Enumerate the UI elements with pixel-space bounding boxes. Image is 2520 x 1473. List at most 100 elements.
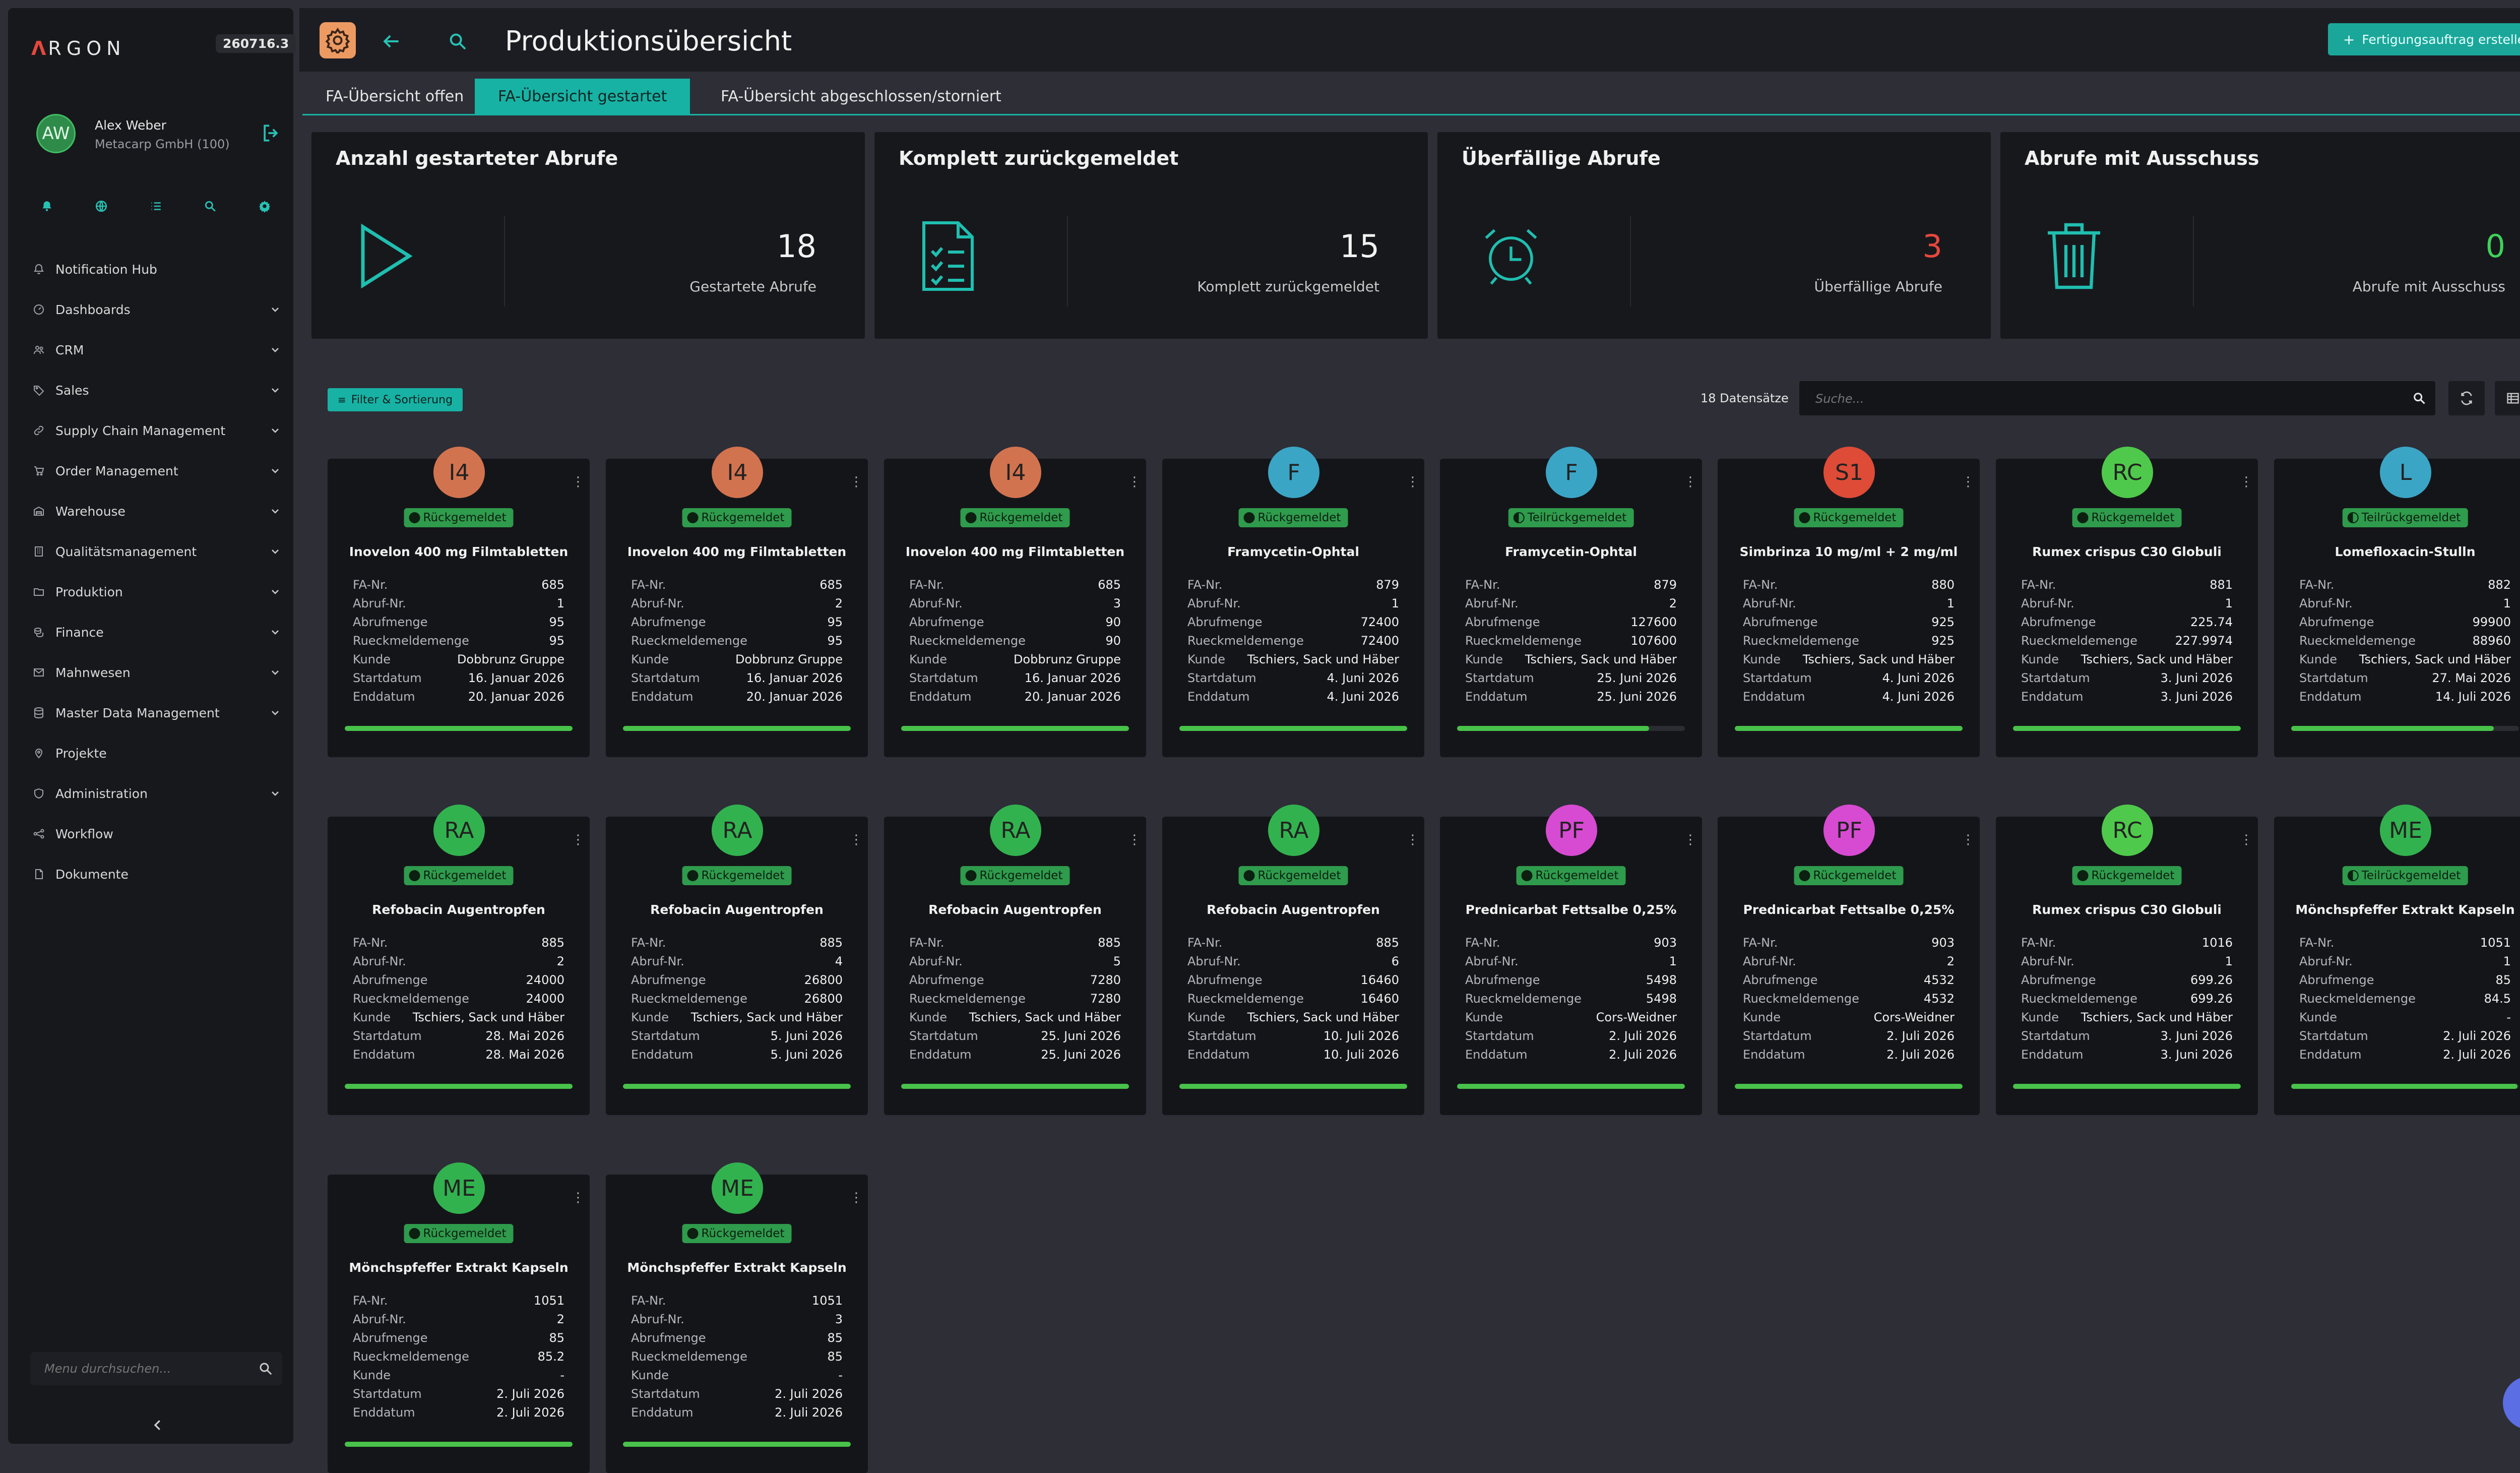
production-card[interactable]: I4 ⋮ Rückgemeldet Inovelon 400 mg Filmtable…	[328, 447, 590, 757]
search-box[interactable]	[1799, 381, 2435, 415]
production-app-icon[interactable]	[320, 22, 356, 58]
bell-icon[interactable]	[38, 198, 55, 215]
version-badge: 260716.3	[216, 34, 296, 53]
sidebar-item-dokumente[interactable]: Dokumente	[31, 854, 288, 894]
search-input[interactable]	[1814, 388, 2386, 409]
tab-fa-open[interactable]: FA-Übersicht offen	[302, 79, 487, 114]
sidebar-item-mahnwesen[interactable]: Mahnwesen	[31, 652, 288, 693]
card-row-start: Startdatum 5. Juni 2026	[631, 1029, 843, 1048]
production-card[interactable]: RC ⋮ Rückgemeldet Rumex crispus C30 Globuli…	[1996, 447, 2258, 757]
logout-icon[interactable]	[260, 122, 282, 144]
production-card[interactable]: F ⋮ Teilrückgemeldet Framycetin-Ophtal FA-Nr…	[1440, 447, 1702, 757]
card-row-label: Enddatum	[2021, 690, 2084, 704]
sidebar-item-supply-chain-management[interactable]: Supply Chain Management	[31, 410, 288, 451]
production-card[interactable]: RA ⋮ Rückgemeldet Refobacin Augentropfen FA-…	[884, 805, 1146, 1115]
sidebar-item-administration[interactable]: Administration	[31, 773, 288, 814]
card-menu-icon[interactable]: ⋮	[572, 1191, 585, 1205]
production-card[interactable]: ME ⋮ Rückgemeldet Mönchspfeffer Extrakt Kap…	[606, 1162, 868, 1473]
card-menu-icon[interactable]: ⋮	[850, 475, 863, 489]
avatar[interactable]: AW	[36, 114, 76, 153]
chevron-down-icon[interactable]	[269, 787, 281, 800]
chevron-down-icon[interactable]	[269, 424, 281, 437]
card-menu-icon[interactable]: ⋮	[1962, 475, 1975, 489]
search-icon[interactable]	[2412, 391, 2426, 405]
chevron-down-icon[interactable]	[269, 626, 281, 638]
card-row-value: 1	[2225, 596, 2233, 610]
card-menu-icon[interactable]: ⋮	[1684, 475, 1697, 489]
create-production-order-button[interactable]: + Fertigungsauftrag erstellen	[2327, 23, 2520, 55]
search-icon[interactable]	[202, 198, 219, 215]
chevron-down-icon[interactable]	[269, 303, 281, 316]
card-menu-icon[interactable]: ⋮	[2240, 475, 2253, 489]
view-toggle-button[interactable]	[2495, 381, 2520, 415]
sidebar-item-workflow[interactable]: Workflow	[31, 814, 288, 854]
chevron-down-icon[interactable]	[269, 666, 281, 679]
production-card[interactable]: L ⋮ Teilrückgemeldet Lomefloxacin-Stulln FA-…	[2274, 447, 2520, 757]
card-menu-icon[interactable]: ⋮	[2240, 833, 2253, 847]
chevron-down-icon[interactable]	[269, 465, 281, 477]
sidebar-item-notification-hub[interactable]: Notification Hub	[31, 249, 288, 289]
production-card[interactable]: RA ⋮ Rückgemeldet Refobacin Augentropfen FA-…	[1162, 805, 1424, 1115]
argon-logo[interactable]: ΛRGON	[31, 37, 126, 59]
card-menu-icon[interactable]: ⋮	[1684, 833, 1697, 847]
production-card[interactable]: S1 ⋮ Rückgemeldet Simbrinza 10 mg/ml + 2 mg…	[1718, 447, 1980, 757]
sidebar-item-sales[interactable]: Sales	[31, 370, 288, 410]
header-search-icon[interactable]	[448, 31, 468, 51]
list-icon[interactable]	[147, 198, 164, 215]
production-card[interactable]: I4 ⋮ Rückgemeldet Inovelon 400 mg Filmtable…	[884, 447, 1146, 757]
production-card[interactable]: ME ⋮ Rückgemeldet Mönchspfeffer Extrakt Kap…	[328, 1162, 590, 1473]
menu-search-input[interactable]	[43, 1358, 247, 1379]
production-card[interactable]: F ⋮ Rückgemeldet Framycetin-Ophtal FA-Nr. 879…	[1162, 447, 1424, 757]
production-card[interactable]: PF ⋮ Rückgemeldet Prednicarbat Fettsalbe 0,…	[1440, 805, 1702, 1115]
card-row-value: Tschiers, Sack und Häber	[412, 1010, 564, 1024]
sidebar-item-produktion[interactable]: Produktion	[31, 572, 288, 612]
chevron-down-icon[interactable]	[269, 545, 281, 558]
card-menu-icon[interactable]: ⋮	[850, 833, 863, 847]
sidebar-item-crm[interactable]: CRM	[31, 330, 288, 370]
card-menu-icon[interactable]: ⋮	[572, 833, 585, 847]
plus-icon: +	[2343, 31, 2355, 48]
collapse-sidebar-icon[interactable]	[150, 1418, 165, 1433]
production-card[interactable]: RA ⋮ Rückgemeldet Refobacin Augentropfen FA-…	[606, 805, 868, 1115]
chevron-down-icon[interactable]	[269, 707, 281, 719]
production-card[interactable]: ME ⋮ Teilrückgemeldet Mönchspfeffer Extrakt…	[2274, 805, 2520, 1115]
production-card[interactable]: I4 ⋮ Rückgemeldet Inovelon 400 mg Filmtable…	[606, 447, 868, 757]
status-dot-icon	[1243, 512, 1255, 523]
menu-search[interactable]	[30, 1352, 282, 1385]
sidebar-item-dashboards[interactable]: Dashboards	[31, 289, 288, 330]
card-menu-icon[interactable]: ⋮	[572, 475, 585, 489]
workflow-icon	[31, 826, 46, 841]
sidebar-item-qualitätsmanagement[interactable]: Qualitätsmanagement	[31, 531, 288, 572]
chat-button[interactable]	[2503, 1376, 2520, 1430]
chevron-down-icon[interactable]	[269, 586, 281, 598]
sidebar-item-warehouse[interactable]: Warehouse	[31, 491, 288, 531]
gear-icon[interactable]	[256, 198, 273, 215]
card-menu-icon[interactable]: ⋮	[1962, 833, 1975, 847]
card-row-label: Abrufmenge	[353, 973, 428, 987]
chevron-down-icon[interactable]	[269, 505, 281, 517]
card-menu-icon[interactable]: ⋮	[2518, 475, 2520, 489]
card-row-fa: FA-Nr. 685	[909, 578, 1121, 596]
chevron-down-icon[interactable]	[269, 344, 281, 356]
sidebar-item-order-management[interactable]: Order Management	[31, 451, 288, 491]
tab-fa-closed[interactable]: FA-Übersicht abgeschlossen/storniert	[698, 79, 1025, 114]
refresh-button[interactable]	[2448, 381, 2485, 415]
sidebar-item-finance[interactable]: Finance	[31, 612, 288, 652]
filter-sort-button[interactable]: ≡ Filter & Sortierung	[328, 388, 463, 411]
card-menu-icon[interactable]: ⋮	[850, 1191, 863, 1205]
globe-icon[interactable]	[93, 198, 110, 215]
sidebar-item-projekte[interactable]: Projekte	[31, 733, 288, 773]
production-card[interactable]: PF ⋮ Rückgemeldet Prednicarbat Fettsalbe 0,…	[1718, 805, 1980, 1115]
card-menu-icon[interactable]: ⋮	[2518, 833, 2520, 847]
back-arrow-icon[interactable]	[380, 30, 402, 52]
card-menu-icon[interactable]: ⋮	[1406, 475, 1419, 489]
card-menu-icon[interactable]: ⋮	[1406, 833, 1419, 847]
production-card[interactable]: RC ⋮ Rückgemeldet Rumex crispus C30 Globuli…	[1996, 805, 2258, 1115]
sidebar-item-master-data-management[interactable]: Master Data Management	[31, 693, 288, 733]
progress-bar	[345, 1084, 573, 1089]
tab-fa-started[interactable]: FA-Übersicht gestartet	[475, 79, 690, 114]
chevron-down-icon[interactable]	[269, 384, 281, 396]
card-menu-icon[interactable]: ⋮	[1128, 833, 1141, 847]
card-menu-icon[interactable]: ⋮	[1128, 475, 1141, 489]
production-card[interactable]: RA ⋮ Rückgemeldet Refobacin Augentropfen FA-…	[328, 805, 590, 1115]
